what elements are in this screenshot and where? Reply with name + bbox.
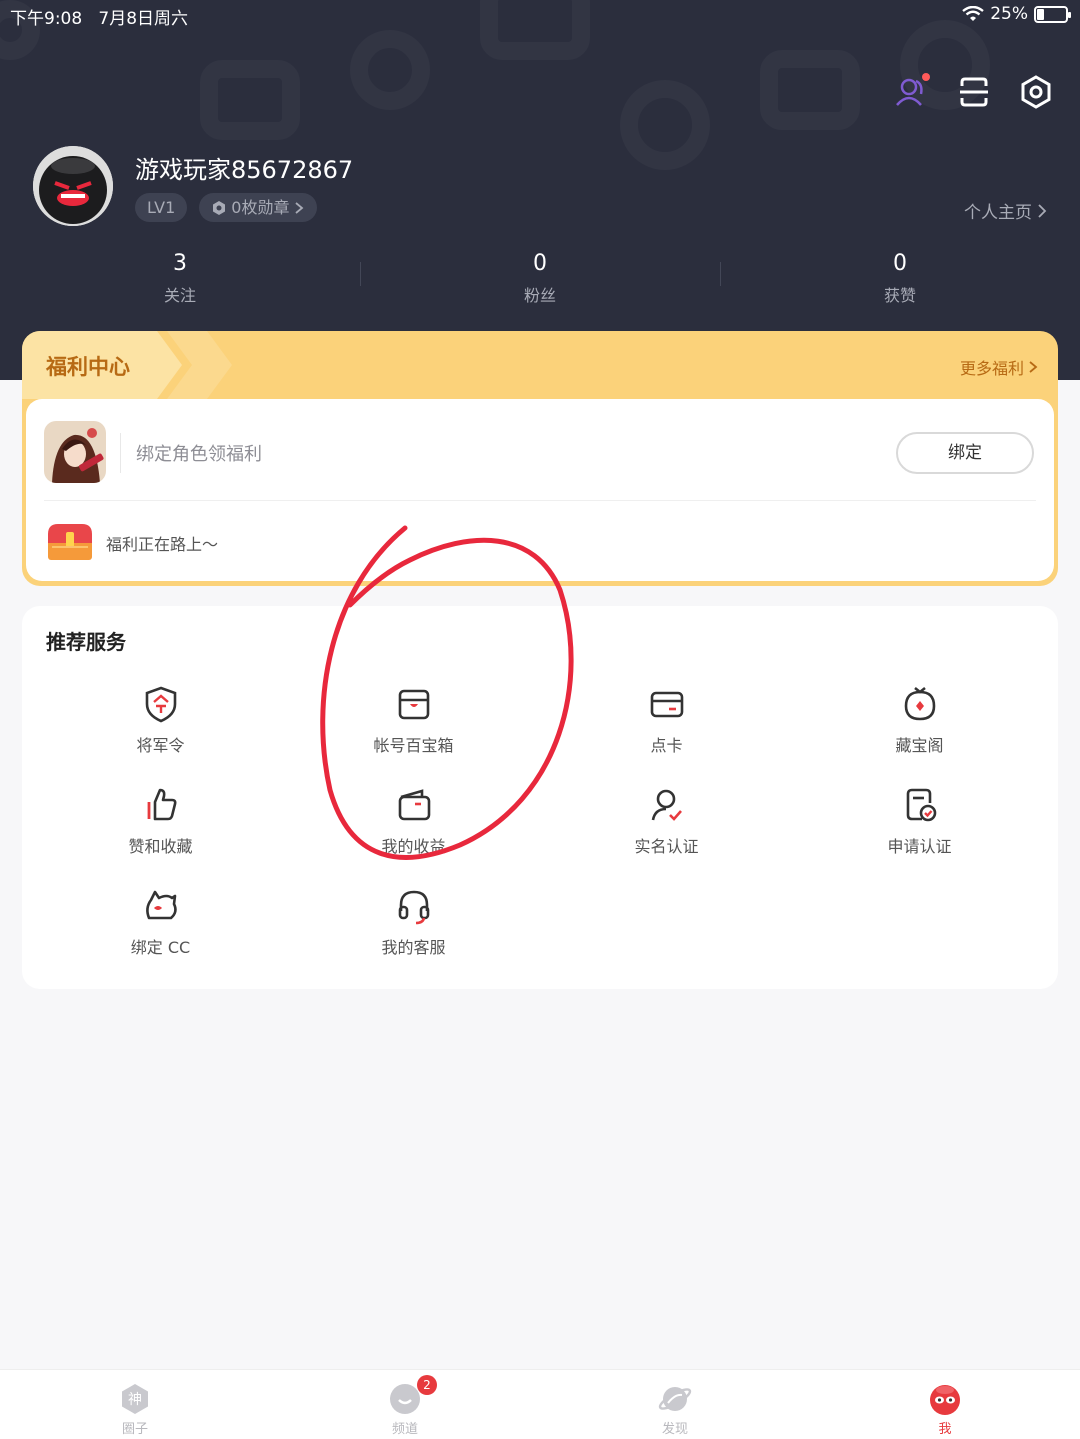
- tab-me[interactable]: 我: [810, 1370, 1080, 1439]
- medal-icon: [213, 200, 226, 215]
- bind-role-text: 绑定角色领福利: [136, 444, 262, 465]
- username: 游戏玩家85672867: [135, 156, 354, 184]
- service-label: 申请认证: [887, 837, 952, 856]
- status-bar: 下午9:08 7月8日周六 25%: [0, 0, 1080, 30]
- service-label: 我的收益: [381, 837, 446, 856]
- status-date-text: 7月8日周六: [98, 9, 189, 29]
- header-decoration: [620, 80, 710, 170]
- service-label: 点卡: [650, 736, 683, 755]
- medals-button[interactable]: 0枚勋章: [199, 193, 318, 222]
- stat-likes[interactable]: 0 获赞: [720, 248, 1080, 306]
- profile-stats: 3 关注 0 粉丝 0 获赞: [0, 248, 1080, 306]
- homepage-link-text: 个人主页: [964, 203, 1032, 223]
- header-decoration: [200, 60, 300, 140]
- status-time-text: 下午9:08: [10, 9, 83, 29]
- service-point-card[interactable]: 点卡: [540, 684, 793, 774]
- divider: [120, 433, 121, 473]
- service-label: 我的客服: [381, 938, 446, 957]
- battery-percent: 25%: [990, 4, 1028, 24]
- homepage-link[interactable]: 个人主页: [964, 198, 1048, 223]
- stat-following[interactable]: 3 关注: [0, 248, 360, 306]
- bind-button[interactable]: 绑定: [896, 432, 1034, 474]
- service-label: 帐号百宝箱: [373, 736, 454, 755]
- settings-icon[interactable]: [1016, 72, 1056, 112]
- tab-discover[interactable]: 发现: [540, 1370, 810, 1439]
- service-apply-certification[interactable]: 申请认证: [793, 785, 1046, 875]
- stat-value: 0: [893, 251, 907, 276]
- wallet-icon: [398, 789, 430, 821]
- stat-followers[interactable]: 0 粉丝: [360, 248, 720, 306]
- scan-icon[interactable]: [954, 72, 994, 112]
- status-time: 下午9:08 7月8日周六: [10, 4, 188, 29]
- service-label: 藏宝阁: [895, 736, 944, 755]
- svg-text:神: 神: [128, 1392, 142, 1408]
- stat-label: 获赞: [883, 286, 916, 305]
- notification-badge: 2: [417, 1375, 437, 1395]
- medals-text: 0枚勋章: [231, 198, 290, 217]
- welfare-content: 绑定角色领福利 绑定 福利正在路上～: [26, 399, 1054, 581]
- certificate-icon: [906, 788, 936, 822]
- service-real-name-verify[interactable]: 实名认证: [540, 785, 793, 875]
- welfare-title: 福利中心: [46, 355, 130, 379]
- me-icon: [930, 1385, 960, 1415]
- user-verify-icon: [651, 789, 682, 821]
- profile-header: [0, 0, 1080, 380]
- level-badge: LV1: [135, 193, 188, 222]
- service-label: 赞和收藏: [128, 837, 193, 856]
- header-actions: [892, 72, 1056, 112]
- service-label: 实名认证: [634, 837, 699, 856]
- tab-label: 圈子: [121, 1422, 148, 1437]
- welfare-more-link[interactable]: 更多福利: [960, 355, 1038, 379]
- service-my-earnings[interactable]: 我的收益: [287, 785, 540, 875]
- service-bind-cc[interactable]: 绑定 CC: [34, 886, 287, 976]
- service-my-customer-service[interactable]: 我的客服: [287, 886, 540, 976]
- battery-icon: [1034, 5, 1071, 23]
- service-label: 绑定 CC: [130, 938, 191, 957]
- welfare-more-text: 更多福利: [959, 359, 1024, 378]
- avatar[interactable]: [33, 146, 113, 226]
- planet-icon: [658, 1387, 692, 1411]
- stat-value: 3: [173, 251, 187, 276]
- tab-label: 频道: [391, 1422, 418, 1437]
- tab-channel[interactable]: 频道 2: [270, 1370, 540, 1439]
- stat-value: 0: [533, 251, 547, 276]
- profile-chips: LV1 0枚勋章: [135, 193, 318, 222]
- stat-label: 关注: [163, 286, 196, 305]
- thumbs-up-icon: [147, 788, 176, 821]
- service-general-order[interactable]: 将军令: [34, 684, 287, 774]
- status-right: 25%: [962, 4, 1071, 24]
- tab-label: 我: [938, 1422, 952, 1437]
- headset-icon: [398, 890, 429, 925]
- friends-icon[interactable]: [892, 72, 932, 112]
- bottom-tab-bar: 神 圈子 频道 2 发现 我: [0, 1369, 1080, 1439]
- card-icon: [650, 691, 683, 718]
- tab-circle[interactable]: 神 圈子: [0, 1370, 270, 1439]
- service-label: 将军令: [136, 736, 185, 755]
- service-treasure-pavilion[interactable]: 藏宝阁: [793, 684, 1046, 774]
- treasure-pavilion-icon: [904, 686, 935, 721]
- service-account-treasure-box[interactable]: 帐号百宝箱: [287, 684, 540, 774]
- welfare-center-card: 福利中心 更多福利 绑定角色领福利 绑定 福利正在路上～: [22, 331, 1058, 586]
- game-icon: [44, 421, 106, 483]
- tab-label: 发现: [661, 1422, 688, 1437]
- shield-order-icon: [145, 686, 176, 723]
- service-likes-favorites[interactable]: 赞和收藏: [34, 785, 287, 875]
- services-title: 推荐服务: [46, 630, 126, 654]
- wifi-icon: [962, 6, 984, 21]
- welfare-status-text: 福利正在路上～: [106, 535, 219, 554]
- treasure-chest-icon: [44, 520, 96, 562]
- header-decoration: [350, 30, 430, 110]
- treasure-box-icon: [398, 689, 429, 720]
- chevron-right-icon: [1038, 203, 1047, 218]
- circle-icon: 神: [122, 1384, 148, 1414]
- stat-label: 粉丝: [523, 286, 556, 305]
- cc-bind-icon: [145, 890, 177, 920]
- recommended-services: 推荐服务 将军令 帐号百宝箱 点卡 藏宝阁 赞和收藏 我的收益 实名认证 申请认…: [22, 606, 1058, 989]
- level-text: LV1: [147, 198, 176, 217]
- chevron-right-icon: [295, 201, 304, 214]
- divider: [44, 500, 1036, 501]
- header-decoration: [760, 50, 860, 130]
- chevron-right-icon: [1029, 361, 1038, 373]
